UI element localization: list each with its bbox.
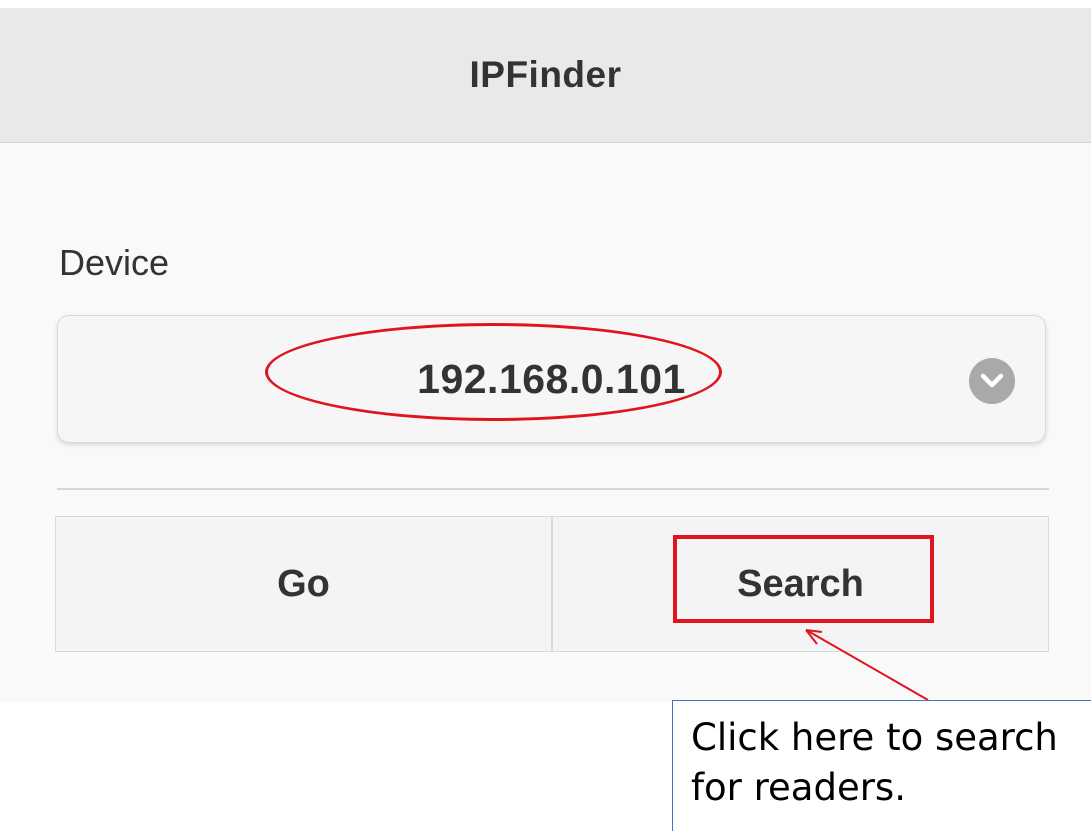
callout-line-1: Click here to search xyxy=(691,716,1058,759)
callout-box: Click here to search for readers. xyxy=(672,700,1091,831)
divider xyxy=(57,488,1049,490)
ip-highlight-ellipse xyxy=(265,323,722,421)
app-header: IPFinder xyxy=(0,8,1091,143)
search-highlight-box xyxy=(673,535,934,623)
go-button[interactable]: Go xyxy=(55,516,552,652)
device-label: Device xyxy=(59,242,170,283)
header-title: IPFinder xyxy=(469,54,622,95)
chevron-down-circle-icon[interactable] xyxy=(969,358,1015,404)
callout-line-2: for readers. xyxy=(691,766,906,809)
